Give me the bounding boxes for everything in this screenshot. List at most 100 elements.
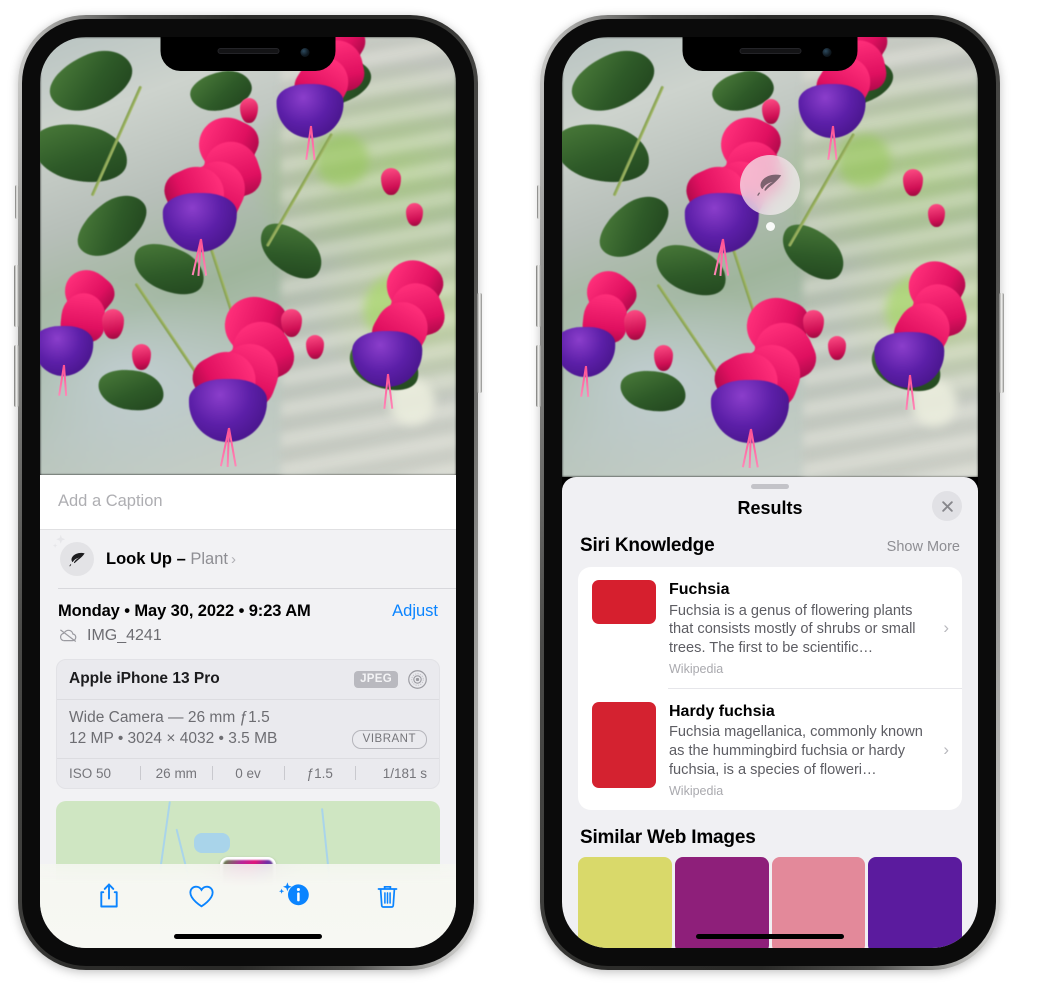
heart-icon — [189, 885, 214, 907]
info-sparkle-icon — [278, 882, 309, 906]
exif-stat: 0 ev — [235, 765, 261, 781]
siri-knowledge-title: Siri Knowledge — [580, 535, 715, 556]
adjust-button[interactable]: Adjust — [392, 602, 438, 621]
knowledge-body: Hardy fuchsia Fuchsia magellanica, commo… — [669, 702, 950, 798]
exif-stat: ISO 50 — [69, 765, 112, 781]
flower-bud — [761, 98, 780, 124]
exif-stat: ƒ1.5 — [306, 765, 333, 781]
map-lake — [194, 832, 231, 853]
left-screen: Add a Caption Look Up – Plant › Monday •… — [40, 37, 456, 948]
web-image-thumbnail[interactable] — [868, 857, 962, 948]
vibrant-badge: VIBRANT — [351, 729, 427, 749]
fuchsia-flower — [331, 251, 450, 410]
fuchsia-flower — [140, 107, 267, 277]
earpiece-speaker — [739, 48, 801, 54]
power-button[interactable] — [477, 293, 482, 393]
knowledge-item[interactable]: Fuchsia Fuchsia is a genus of flowering … — [578, 567, 962, 688]
fuchsia-flower — [562, 261, 643, 398]
exif-stat: 26 mm — [155, 765, 197, 781]
results-title: Results — [737, 498, 803, 518]
info-button[interactable] — [274, 876, 316, 916]
close-icon — [941, 500, 953, 512]
exif-header: Apple iPhone 13 Pro JPEG — [57, 660, 439, 700]
fuchsia-flower — [853, 252, 972, 411]
web-image-thumbnail[interactable] — [578, 857, 672, 948]
front-camera — [822, 48, 832, 57]
share-button[interactable] — [88, 876, 130, 916]
camera-device: Apple iPhone 13 Pro — [69, 670, 220, 687]
volume-down-button[interactable] — [536, 345, 541, 407]
photo-info-sheet: Add a Caption Look Up – Plant › Monday •… — [40, 475, 456, 948]
look-up-label: Look Up – Plant › — [106, 550, 236, 569]
knowledge-source: Wikipedia — [669, 662, 724, 677]
look-up-dash: – — [176, 549, 186, 568]
mute-switch[interactable] — [537, 185, 541, 219]
cloud-slash-icon — [59, 629, 77, 642]
home-indicator[interactable] — [174, 934, 322, 939]
results-header: Results — [562, 489, 978, 535]
camera-lens-line: Wide Camera — 26 mm ƒ1.5 — [69, 708, 270, 726]
front-camera — [300, 48, 310, 57]
flower-bud — [131, 343, 151, 370]
trash-icon — [377, 885, 398, 908]
leaf-icon — [757, 174, 782, 196]
share-icon — [99, 883, 118, 908]
photo-viewer[interactable] — [562, 37, 978, 477]
look-up-subject: Plant — [190, 549, 228, 568]
photo-date: Monday • May 30, 2022 • 9:23 AM — [58, 601, 311, 620]
similar-web-images-title: Similar Web Images — [580, 827, 756, 849]
exif-card: Apple iPhone 13 Pro JPEG Wide Camera — 2… — [56, 658, 440, 789]
badge-anchor-dot — [765, 222, 775, 231]
photo-viewer[interactable] — [40, 37, 456, 475]
close-button[interactable] — [932, 491, 962, 521]
exif-stat: 1/181 s — [382, 765, 428, 781]
earpiece-speaker — [217, 48, 279, 54]
knowledge-title: Fuchsia — [669, 581, 730, 598]
show-more-button[interactable]: Show More — [887, 539, 960, 555]
leaf-icon — [68, 552, 85, 566]
chevron-right-icon: › — [230, 550, 236, 568]
visual-look-up-results-sheet: Results Siri Knowledge Show More Fuchsia… — [562, 477, 978, 948]
delete-button[interactable] — [367, 876, 409, 916]
knowledge-description: Fuchsia is a genus of flowering plants t… — [669, 602, 916, 657]
power-button[interactable] — [999, 293, 1004, 393]
right-phone: Results Siri Knowledge Show More Fuchsia… — [536, 15, 1004, 970]
volume-up-button[interactable] — [14, 265, 19, 327]
chevron-right-icon: › — [943, 617, 949, 637]
format-badge: JPEG — [354, 670, 398, 688]
visual-look-up-badge[interactable] — [740, 155, 800, 231]
flower-bud — [653, 345, 673, 371]
map-river — [158, 800, 171, 871]
volume-up-button[interactable] — [536, 265, 541, 327]
look-up-row[interactable]: Look Up – Plant › — [40, 530, 456, 588]
photo-filename: IMG_4241 — [87, 626, 162, 644]
aperture-icon — [408, 669, 427, 689]
image-size-line: 12 MP • 3024 × 4032 • 3.5 MB — [69, 730, 278, 747]
similar-web-images-header: Similar Web Images — [562, 810, 978, 857]
exif-stats-row: ISO 50 26 mm 0 ev ƒ1.5 1/181 s — [57, 759, 439, 788]
leaf-badge-circle — [60, 542, 94, 576]
left-phone: Add a Caption Look Up – Plant › Monday •… — [14, 15, 482, 970]
photo-metadata: Monday • May 30, 2022 • 9:23 AM Adjust I… — [40, 589, 456, 657]
look-up-title: Look Up — [106, 549, 172, 568]
knowledge-source: Wikipedia — [669, 784, 724, 799]
knowledge-item[interactable]: Hardy fuchsia Fuchsia magellanica, commo… — [578, 689, 962, 810]
volume-down-button[interactable] — [14, 345, 19, 407]
exif-body: Wide Camera — 26 mm ƒ1.5 12 MP • 3024 × … — [57, 700, 439, 759]
mute-switch[interactable] — [15, 185, 19, 219]
knowledge-title: Hardy fuchsia — [669, 702, 775, 720]
caption-field[interactable]: Add a Caption — [40, 475, 456, 530]
knowledge-thumbnail — [592, 701, 656, 788]
notch — [682, 37, 858, 71]
look-up-badge — [52, 534, 94, 576]
siri-knowledge-header: Siri Knowledge Show More — [562, 535, 978, 567]
notch — [160, 37, 336, 71]
home-indicator[interactable] — [696, 934, 844, 939]
fuchsia-flower — [687, 289, 823, 469]
siri-knowledge-card: Fuchsia Fuchsia is a genus of flowering … — [578, 567, 962, 811]
right-screen: Results Siri Knowledge Show More Fuchsia… — [562, 37, 978, 948]
knowledge-body: Fuchsia Fuchsia is a genus of flowering … — [669, 580, 950, 676]
knowledge-description: Fuchsia magellanica, commonly known as t… — [669, 724, 923, 779]
favorite-button[interactable] — [181, 876, 223, 916]
fuchsia-flower — [40, 260, 121, 396]
